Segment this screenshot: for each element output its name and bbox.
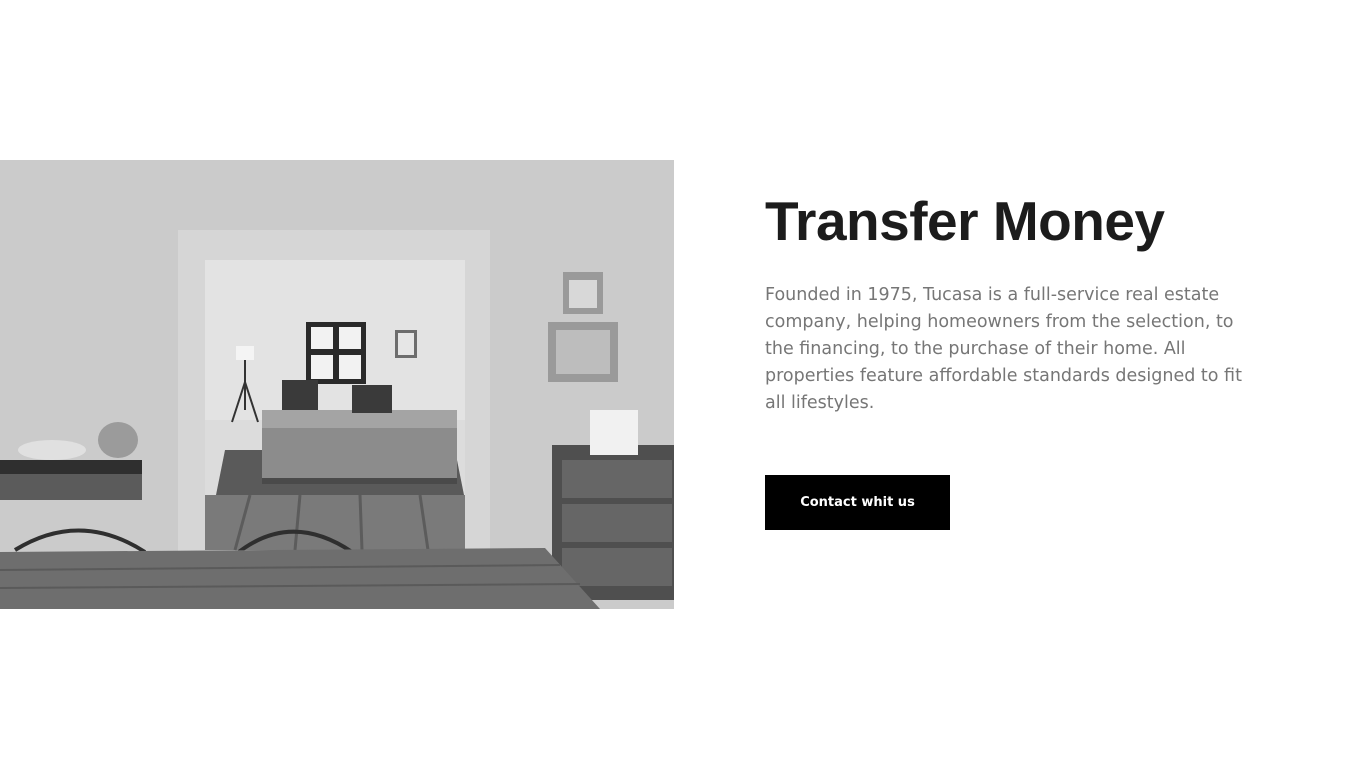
description-text: Founded in 1975, Tucasa is a full-servic… bbox=[765, 285, 1242, 413]
interior-photo bbox=[0, 160, 674, 609]
about-section: Transfer Money Founded in 1975, Tucasa i… bbox=[0, 0, 1366, 768]
interior-photo-icon bbox=[0, 160, 674, 609]
page-title: Transfer Money bbox=[765, 190, 1165, 252]
hero-content: Transfer Money Founded in 1975, Tucasa i… bbox=[765, 190, 1245, 417]
contact-button[interactable]: Contact whit us bbox=[765, 475, 950, 530]
